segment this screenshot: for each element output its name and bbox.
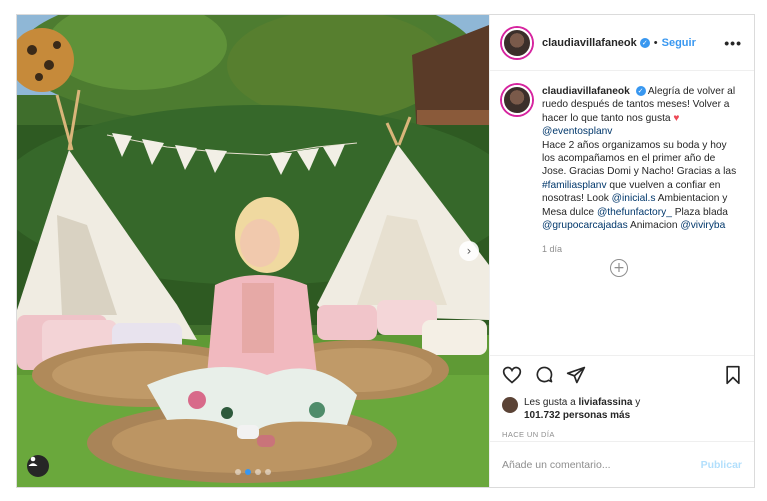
comments-section: claudiavillafaneok ✓ Alegría de volver a… bbox=[490, 85, 754, 254]
header-username[interactable]: claudiavillafaneok bbox=[542, 37, 637, 49]
carousel-dot-active bbox=[245, 469, 251, 475]
caption-part: Plaza blada bbox=[674, 206, 728, 218]
separator: • bbox=[653, 36, 658, 49]
paper-plane-icon[interactable] bbox=[566, 365, 586, 390]
add-comment-bar: Publicar bbox=[490, 441, 754, 487]
carousel-dot bbox=[255, 469, 261, 475]
verified-badge-icon: ✓ bbox=[635, 86, 646, 97]
liker-avatar[interactable] bbox=[502, 397, 518, 413]
comment-input[interactable] bbox=[502, 458, 701, 471]
mention-link[interactable]: @thefunfactory_ bbox=[597, 207, 672, 218]
likes-summary: Les gusta a liviafassina y 101.732 perso… bbox=[502, 396, 742, 422]
caption-username[interactable]: claudiavillafaneok bbox=[542, 86, 630, 97]
caption-part: Animacion bbox=[629, 220, 678, 232]
publish-button[interactable]: Publicar bbox=[701, 459, 742, 471]
chevron-right-icon[interactable]: › bbox=[459, 241, 479, 261]
heart-icon[interactable] bbox=[502, 365, 522, 390]
comment-icon[interactable] bbox=[534, 365, 554, 390]
photo-illustration bbox=[17, 15, 489, 487]
likes-prefix: Les gusta a bbox=[524, 397, 576, 408]
follow-button[interactable]: Seguir bbox=[662, 37, 696, 49]
caption: claudiavillafaneok ✓ Alegría de volver a… bbox=[502, 85, 742, 232]
mention-link[interactable]: @inicial.s bbox=[612, 193, 656, 204]
carousel-dot bbox=[235, 469, 241, 475]
plus-circle-icon[interactable]: + bbox=[610, 259, 628, 277]
caption-avatar[interactable] bbox=[502, 85, 532, 115]
caption-time[interactable]: 1 día bbox=[542, 244, 742, 254]
post-timestamp[interactable]: HACE UN DÍA bbox=[502, 430, 742, 439]
post-photo[interactable]: › bbox=[17, 15, 489, 487]
likes-count[interactable]: 101.732 personas más bbox=[524, 410, 630, 421]
mention-link[interactable]: @viviryba bbox=[680, 220, 725, 231]
mention-link[interactable]: @eventosplanv bbox=[542, 126, 612, 137]
instagram-post: › claudiavillafaneok ✓ • Seguir ••• clau… bbox=[16, 14, 755, 488]
avatar[interactable] bbox=[502, 27, 532, 58]
caption-text: claudiavillafaneok ✓ Alegría de volver a… bbox=[542, 85, 742, 232]
red-heart-emoji: ♥ bbox=[673, 112, 680, 124]
caption-part: Hace 2 años organizamos su boda y hoy lo… bbox=[542, 139, 737, 178]
hashtag-link[interactable]: #familiasplanv bbox=[542, 180, 607, 191]
post-side-panel: claudiavillafaneok ✓ • Seguir ••• claudi… bbox=[489, 15, 754, 487]
action-bar bbox=[502, 364, 742, 390]
post-header: claudiavillafaneok ✓ • Seguir ••• bbox=[490, 15, 754, 71]
mention-link[interactable]: @grupocarcajadas bbox=[542, 220, 628, 231]
likes-connector: y bbox=[635, 397, 641, 408]
bookmark-icon[interactable] bbox=[724, 365, 742, 390]
likes-text: Les gusta a liviafassina y 101.732 perso… bbox=[524, 396, 640, 422]
post-actions-area: Les gusta a liviafassina y 101.732 perso… bbox=[490, 355, 754, 439]
liker-username[interactable]: liviafassina bbox=[579, 397, 633, 408]
verified-badge-icon: ✓ bbox=[639, 37, 650, 48]
carousel-dot bbox=[265, 469, 271, 475]
more-horizontal-icon[interactable]: ••• bbox=[724, 35, 742, 51]
carousel-indicator bbox=[17, 469, 489, 475]
